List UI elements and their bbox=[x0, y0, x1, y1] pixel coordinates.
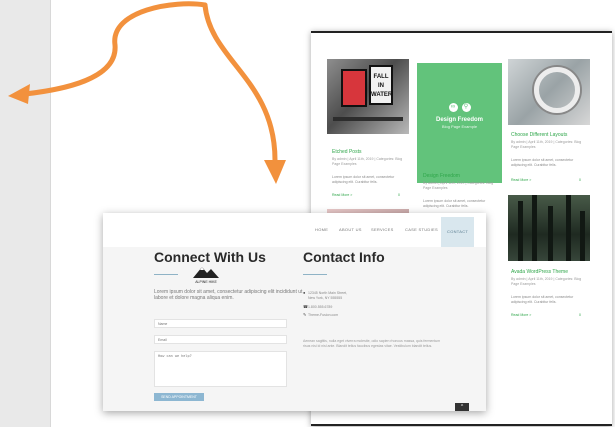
read-more-link[interactable]: Read More > bbox=[511, 178, 531, 182]
nav-case-studies[interactable]: CASE STUDIES bbox=[405, 227, 438, 232]
post-meta: By admin | April 11th, 2019 | Categories… bbox=[511, 277, 582, 286]
email-field[interactable] bbox=[154, 335, 287, 344]
mountain-logo-icon: ALPINE HIKE bbox=[193, 267, 219, 284]
tree bbox=[548, 206, 553, 261]
post-excerpt: Lorem ipsum dolor sit amet, consectetur … bbox=[511, 295, 574, 304]
desk bbox=[333, 117, 403, 121]
post-excerpt: Lorem ipsum dolor sit amet, consectetur … bbox=[423, 199, 486, 208]
post-title[interactable]: Etched Posts bbox=[332, 149, 361, 155]
post-thumbnail-round-window[interactable] bbox=[508, 59, 590, 125]
red-frame bbox=[341, 69, 367, 107]
tree bbox=[580, 211, 585, 261]
logo-text: ALPINE HIKE bbox=[195, 280, 217, 284]
contact-info-heading: Contact Info bbox=[303, 249, 385, 265]
post-title[interactable]: Choose Different Layouts bbox=[511, 132, 567, 138]
send-appointment-button[interactable]: SEND APPOINTMENT bbox=[154, 393, 204, 401]
contact-page-screenshot: HOME ABOUT US SERVICES CASE STUDIES CONT… bbox=[103, 213, 486, 411]
address-line1: 12345 North Main Street, bbox=[308, 291, 348, 295]
phone-number[interactable]: 1.800.555.6789 bbox=[308, 305, 332, 309]
round-window bbox=[534, 67, 580, 113]
scroll-to-top-button[interactable]: ^ bbox=[455, 403, 469, 411]
arrow-down-head bbox=[264, 160, 286, 184]
nav-home[interactable]: HOME bbox=[315, 227, 328, 232]
connect-heading: Connect With Us bbox=[154, 249, 266, 265]
nav-services[interactable]: SERVICES bbox=[371, 227, 394, 232]
tree bbox=[532, 195, 537, 261]
post-title[interactable]: Design Freedom bbox=[423, 173, 460, 179]
email-row: ✎ Theme-Fusion.com bbox=[303, 312, 338, 318]
post-excerpt: Lorem ipsum dolor sit amet, consectetur … bbox=[511, 158, 574, 167]
read-more-link[interactable]: Read More > bbox=[511, 313, 531, 317]
tree bbox=[518, 201, 523, 261]
post-meta: By admin | April 11th, 2019 | Categories… bbox=[511, 140, 582, 149]
post-meta: By admin | April 11th, 2019 | Categories… bbox=[332, 157, 403, 166]
post-title[interactable]: Avada WordPress Theme bbox=[511, 269, 568, 275]
post-thumbnail-gallery[interactable]: FALL IN WATER bbox=[327, 59, 409, 134]
likes-count[interactable]: 0 bbox=[579, 313, 581, 317]
tree bbox=[566, 195, 571, 261]
address-row: ● 12345 North Main Street, New York, NY 5… bbox=[303, 290, 347, 301]
address-line2: New York, NY 555555 bbox=[308, 296, 343, 300]
featured-post-card[interactable]: ∞ ⚲ Design Freedom Blog Page Example bbox=[417, 63, 502, 183]
poster-frame: FALL IN WATER bbox=[369, 65, 393, 105]
link-icon[interactable]: ∞ bbox=[448, 103, 458, 112]
post-excerpt: Lorem ipsum dolor sit amet, consectetur … bbox=[332, 175, 395, 184]
intro-text: Lorem ipsum dolor sit amet, consectetur … bbox=[154, 289, 303, 301]
top-navigation: HOME ABOUT US SERVICES CASE STUDIES CONT… bbox=[103, 213, 486, 247]
post-thumbnail-forest[interactable] bbox=[508, 195, 590, 261]
zoom-icon[interactable]: ⚲ bbox=[461, 103, 471, 112]
post-meta: By admin | April 11th, 2019 | Categories… bbox=[423, 181, 494, 190]
message-field[interactable] bbox=[154, 351, 287, 387]
featured-card-title: Design Freedom bbox=[435, 117, 483, 123]
heading-underline bbox=[303, 274, 327, 275]
arrow-left-path bbox=[22, 1, 208, 97]
likes-count[interactable]: 0 bbox=[398, 193, 400, 197]
likes-count[interactable]: 0 bbox=[579, 178, 581, 182]
phone-row: ☎1.800.555.6789 bbox=[303, 304, 332, 310]
company-logo: ALPINE HIKE bbox=[191, 264, 221, 284]
left-sidebar-strip bbox=[0, 0, 51, 427]
nav-contact[interactable]: CONTACT bbox=[441, 217, 475, 247]
arrow-down-path bbox=[202, 2, 278, 163]
featured-card-subtitle: Blog Page Example bbox=[441, 124, 478, 129]
read-more-link[interactable]: Read More > bbox=[332, 193, 352, 197]
heading-underline bbox=[154, 274, 178, 275]
nav-about-us[interactable]: ABOUT US bbox=[339, 227, 362, 232]
contact-paragraph: Aenean sagittis, nulla eget viverra mole… bbox=[303, 339, 441, 348]
name-field[interactable] bbox=[154, 319, 287, 328]
email-address[interactable]: Theme-Fusion.com bbox=[308, 313, 338, 317]
